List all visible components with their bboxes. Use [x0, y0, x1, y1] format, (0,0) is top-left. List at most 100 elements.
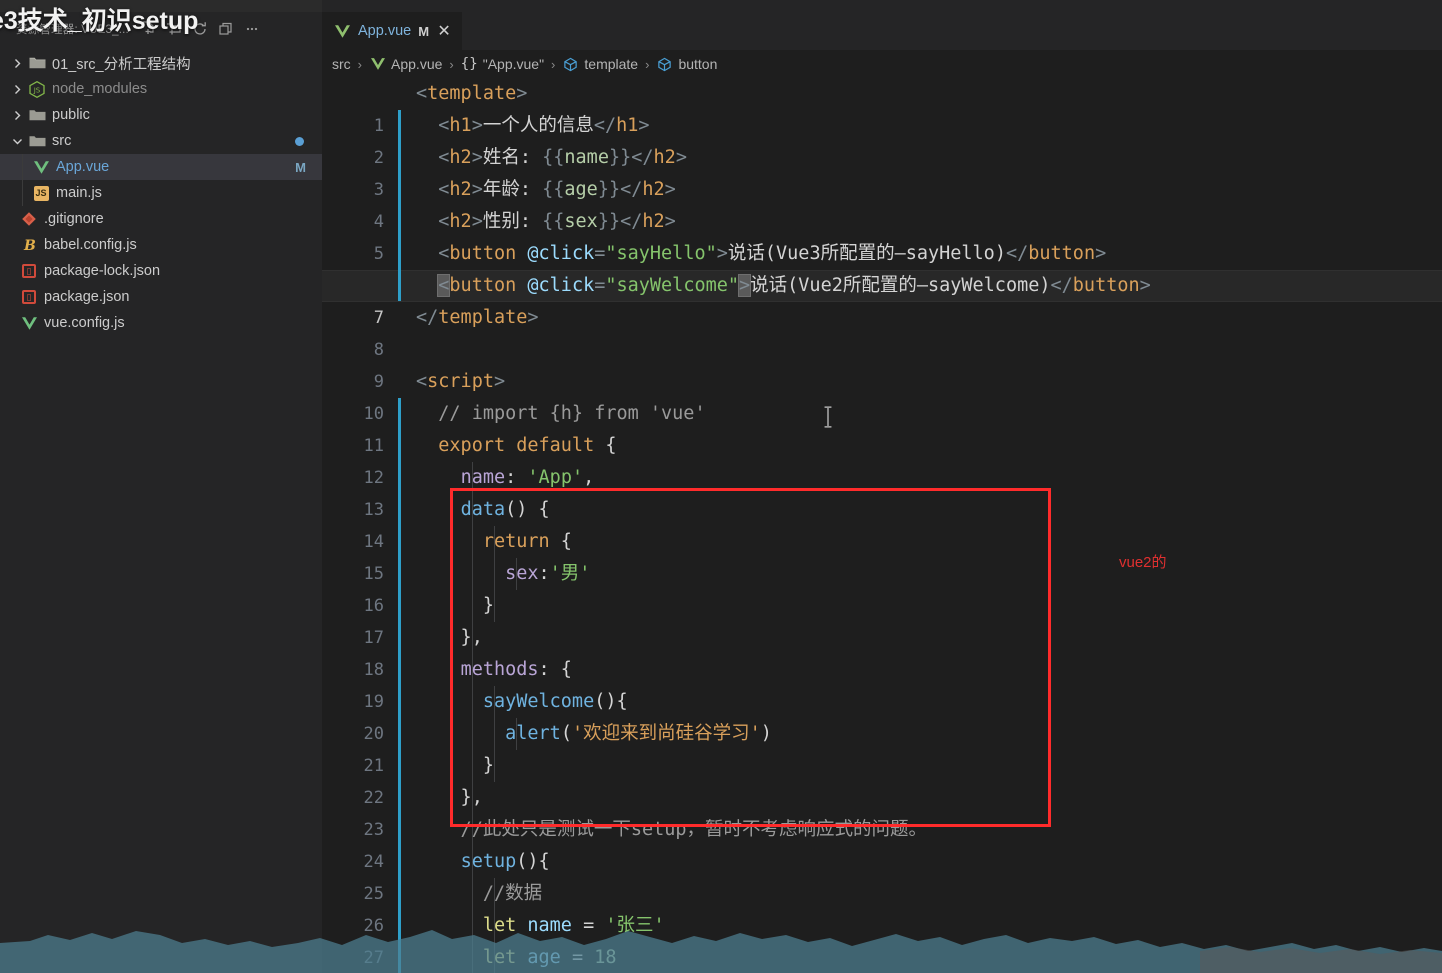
indent-marker — [398, 398, 401, 430]
file-tree: 01_src_分析工程结构 JS node_modules public src… — [0, 46, 322, 336]
line-content: }, — [416, 787, 483, 808]
tree-item-public[interactable]: public — [0, 102, 322, 128]
line-content: <h2>性别: {{sex}}</h2> — [438, 211, 676, 232]
tree-item-label: App.vue — [56, 159, 110, 175]
tree-item-label: node_modules — [52, 81, 148, 97]
collapse-all-icon[interactable] — [217, 20, 235, 38]
tree-item-label: .gitignore — [44, 211, 104, 227]
code-line-active[interactable]: 7 <button @click="sayWelcome">说话(Vue2所配置… — [322, 270, 1442, 328]
line-content: <h2>姓名: {{name}}</h2> — [438, 147, 687, 168]
chevron-right-icon — [8, 110, 26, 121]
breadcrumb-item-app-vue[interactable]: App.vue — [367, 56, 444, 73]
tree-item-label: vue.config.js — [44, 315, 125, 331]
code-line[interactable]: 16 sex:'男' — [322, 558, 1442, 616]
code-line[interactable]: 19 methods: { — [322, 654, 1442, 712]
tree-item-folder[interactable]: 01_src_分析工程结构 — [0, 50, 322, 76]
tree-item-gitignore[interactable]: .gitignore — [0, 206, 322, 232]
indent-marker — [398, 270, 401, 302]
line-content: // import {h} from 'vue' — [416, 403, 706, 424]
line-content: <button @click="sayHello">说话(Vue3所配置的—sa… — [438, 243, 1107, 264]
folder-icon — [26, 108, 48, 122]
tree-item-main-js[interactable]: JS main.js — [0, 180, 322, 206]
svg-text:B: B — [23, 238, 36, 253]
code-line[interactable]: 24 //此处只是测试一下setup，暂时不考虑响应式的问题。 — [322, 814, 1442, 872]
line-content: let name = '张三' — [482, 915, 665, 936]
folder-icon — [26, 56, 48, 70]
code-editor[interactable]: 1 <template> 2 <h1>一个人的信息</h1> 3 <h2>姓名:… — [322, 78, 1442, 973]
tree-item-src[interactable]: src — [0, 128, 322, 154]
breadcrumb-label: src — [332, 56, 351, 72]
code-line[interactable]: 26 //数据 — [322, 878, 1442, 936]
line-content: </template> — [416, 307, 539, 328]
folder-open-icon — [26, 134, 48, 148]
breadcrumb-separator: › — [645, 56, 650, 72]
javascript-file-icon: JS — [30, 185, 52, 201]
breadcrumb-label: template — [584, 56, 639, 72]
breadcrumb-item-button[interactable]: button — [654, 56, 719, 73]
line-content: name: 'App', — [460, 467, 595, 488]
code-line[interactable]: 14 data() { — [322, 494, 1442, 552]
code-line[interactable]: 20 sayWelcome(){ — [322, 686, 1442, 744]
indent-marker — [398, 238, 401, 270]
window-top-strip — [0, 0, 1442, 12]
code-line[interactable]: 4 <h2>年龄: {{age}}</h2> — [322, 174, 1442, 232]
code-line[interactable]: 10 <script> — [322, 366, 1442, 424]
code-line[interactable]: 5 <h2>性别: {{sex}}</h2> — [322, 206, 1442, 264]
svg-text:JS: JS — [33, 86, 41, 94]
code-line[interactable]: 9 — [322, 334, 1442, 392]
tree-item-node-modules[interactable]: JS node_modules — [0, 76, 322, 102]
code-line[interactable]: 25 setup(){ — [322, 846, 1442, 904]
line-content: return { — [482, 531, 572, 552]
cube-icon — [562, 56, 579, 73]
vue-icon — [369, 56, 386, 73]
tree-item-app-vue[interactable]: App.vue M — [0, 154, 322, 180]
line-content: } — [416, 595, 494, 616]
line-content: setup(){ — [460, 851, 550, 872]
tree-item-babel-config[interactable]: B babel.config.js — [0, 232, 322, 258]
code-line[interactable]: 6 <button @click="sayHello">说话(Vue3所配置的—… — [322, 238, 1442, 296]
breadcrumb-separator: › — [449, 56, 454, 72]
tree-item-package-json[interactable]: ▯ package.json — [0, 284, 322, 310]
tree-item-label: 01_src_分析工程结构 — [52, 56, 191, 73]
line-content: data() { — [460, 499, 550, 520]
code-line[interactable]: 12 export default { — [322, 430, 1442, 488]
code-line[interactable]: 1 <template> — [322, 78, 1442, 136]
code-line[interactable]: 27 let name = '张三' — [322, 910, 1442, 968]
line-content: //此处只是测试一下setup，暂时不考虑响应式的问题。 — [416, 819, 928, 840]
tree-item-vue-config[interactable]: vue.config.js — [0, 310, 322, 336]
indent-marker — [398, 622, 401, 654]
code-line[interactable]: 13 name: 'App', — [322, 462, 1442, 520]
line-content: alert('欢迎来到尚硅谷学习') — [505, 723, 772, 744]
tree-item-label: package-lock.json — [44, 263, 161, 279]
editor-tab-bar: App.vue M ✕ — [322, 12, 1442, 50]
code-line[interactable]: 11 // import {h} from 'vue' — [322, 398, 1442, 456]
modified-badge: M — [295, 159, 306, 175]
code-line[interactable]: 21 alert('欢迎来到尚硅谷学习') — [322, 718, 1442, 776]
tree-item-label: main.js — [56, 185, 102, 201]
line-content: <h1>一个人的信息</h1> — [438, 115, 650, 136]
code-line[interactable]: 15 return { — [322, 526, 1442, 584]
close-icon[interactable]: ✕ — [436, 23, 452, 40]
code-line[interactable]: 3 <h2>姓名: {{name}}</h2> — [322, 142, 1442, 200]
code-line[interactable]: 22 } — [322, 750, 1442, 808]
code-line[interactable]: 23 }, — [322, 782, 1442, 840]
code-line[interactable]: 28 let age = 18 — [322, 942, 1442, 973]
line-content: let age = 18 — [482, 947, 617, 968]
breadcrumb-separator: › — [551, 56, 556, 72]
editor-area: App.vue M ✕ src › App.vue › {} "App.vue"… — [322, 12, 1442, 973]
tab-app-vue[interactable]: App.vue M ✕ — [322, 12, 463, 50]
code-line[interactable]: 17 } — [322, 590, 1442, 648]
source-control-dot-badge — [295, 136, 304, 146]
code-line[interactable]: 18 }, — [322, 622, 1442, 680]
breadcrumb-item-app-vue-symbol[interactable]: {} "App.vue" — [459, 56, 546, 73]
indent-marker — [398, 846, 401, 878]
code-line[interactable]: 8 </template> — [322, 302, 1442, 360]
vue-file-icon — [30, 160, 52, 175]
tree-item-package-lock[interactable]: ▯ package-lock.json — [0, 258, 322, 284]
more-actions-icon[interactable] — [243, 20, 261, 38]
breadcrumb-item-src[interactable]: src — [330, 56, 353, 72]
breadcrumb-item-template[interactable]: template — [560, 56, 640, 73]
code-line[interactable]: 2 <h1>一个人的信息</h1> — [322, 110, 1442, 168]
chevron-down-icon — [8, 136, 26, 147]
chevron-right-icon — [8, 84, 26, 95]
